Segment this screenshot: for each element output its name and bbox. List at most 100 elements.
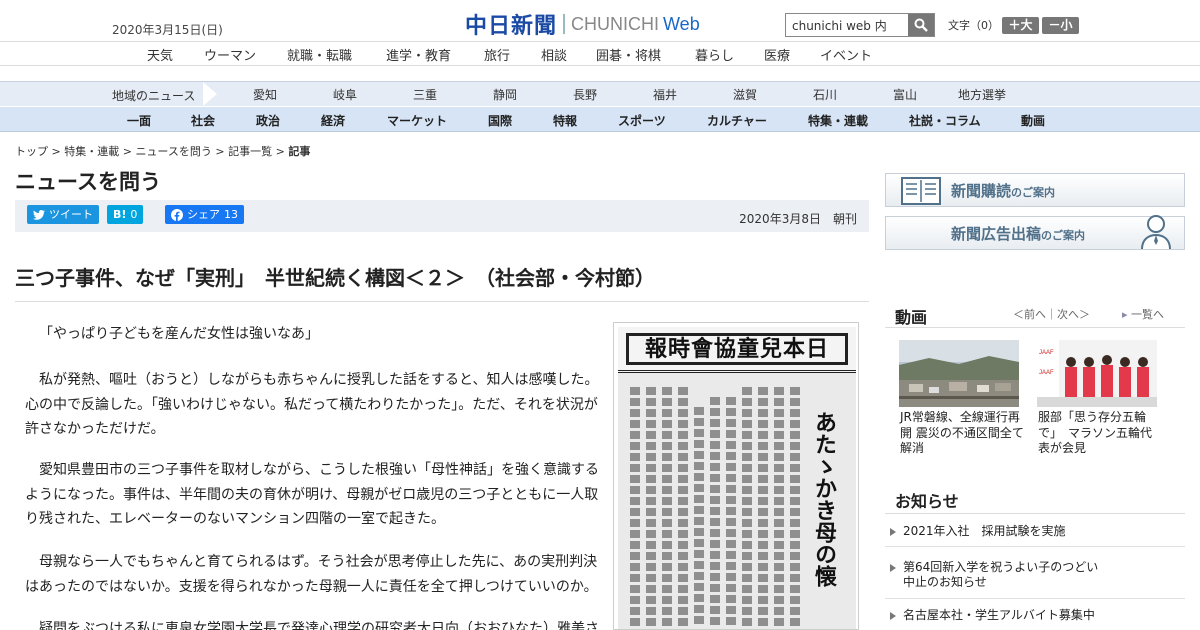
nav-item-living[interactable]: 暮らし [695,45,734,64]
search-box [785,13,935,37]
font-larger-button[interactable]: ＋大 [1002,17,1039,34]
region-item-shiga[interactable]: 滋賀 [733,86,757,103]
video-section-header: 動画 ＜前へ｜次へ＞ ▸ 一覧へ [885,300,1185,328]
cat-item-politics[interactable]: 政治 [256,112,280,129]
advertising-banner[interactable]: 新聞広告出稿のご案内 [885,215,1185,250]
breadcrumb-sep: > [119,145,136,158]
breadcrumb-series[interactable]: ニュースを問う [135,145,211,158]
cat-item-video[interactable]: 動画 [1021,112,1045,129]
video-caption[interactable]: JR常磐線、全線運行再開 震災の不通区間全て解消 [900,410,1025,457]
breadcrumb-list[interactable]: 記事一覧 [228,145,272,158]
breadcrumb-top[interactable]: トップ [15,145,48,158]
breadcrumb-sep: > [272,145,289,158]
article-photo[interactable]: 報時會協童兒本日 あたゝかき母の懐 [613,322,859,630]
site-logo[interactable]: 中日新聞 CHUNICHI Web [465,8,700,40]
nav-item-consult[interactable]: 相談 [541,45,567,64]
region-nav-label[interactable]: 地域のニュース [112,87,195,104]
notice-item[interactable]: 名古屋本社・学生アルバイト募集中 [888,608,1185,623]
hatena-button[interactable]: B! 0 [107,205,144,224]
nav-item-jobs[interactable]: 就職・転職 [287,45,352,64]
section-title: ニュースを問う [15,170,161,194]
breadcrumb: トップ > 特集・連載 > ニュースを問う > 記事一覧 > 記事 [15,143,310,159]
svg-text:JAAF: JAAF [1039,370,1054,376]
header-date: 2020年3月15日(日) [112,23,223,37]
notice-item[interactable]: 2021年入社 採用試験を実施 [888,524,1185,539]
breadcrumb-sep: > [211,145,229,158]
subscription-banner-main: 新聞購読 [951,182,1012,200]
subscription-banner[interactable]: 新聞購読のご案内 [885,173,1185,207]
region-item-shizuoka[interactable]: 静岡 [493,86,517,103]
nav-item-events[interactable]: イベント [820,45,872,64]
breadcrumb-current: 記事 [288,145,311,158]
nav-item-weather[interactable]: 天気 [147,45,173,64]
notice-divider [885,546,1185,547]
clipping-masthead: 報時會協童兒本日 [618,327,856,373]
notice-item[interactable]: 第64回新入学を祝うよい子のつどい 中止のお知らせ [888,560,1118,590]
clipping-text-column [710,397,720,627]
category-nav: 一面 社会 政治 経済 マーケット 国際 特報 スポーツ カルチャー 特集・連載… [0,106,1200,132]
cat-item-market[interactable]: マーケット [387,112,447,129]
notices-header: お知らせ [885,486,1185,514]
video-caption[interactable]: 服部「思う存分五輪で」 マラソン五輪代表が会見 [1038,410,1163,457]
main-nav: 天気 ウーマン 就職・転職 進学・教育 旅行 相談 囲碁・将棋 暮らし 医療 イ… [0,42,1200,66]
region-item-elections[interactable]: 地方選挙 [958,86,1006,103]
breadcrumb-sep: > [48,145,65,158]
cat-item-culture[interactable]: カルチャー [707,112,767,129]
cat-item-special-report[interactable]: 特報 [553,112,577,129]
cat-item-features[interactable]: 特集・連載 [808,112,868,129]
cat-item-international[interactable]: 国際 [488,112,512,129]
breadcrumb-features[interactable]: 特集・連載 [64,145,119,158]
search-input[interactable] [786,14,908,36]
article-paragraph: 母親なら一人でもちゃんと育てられるはず。そう社会が思考停止した先に、あの実刑判決… [25,554,598,595]
clipping-text-column [662,387,672,627]
nav-item-education[interactable]: 進学・教育 [386,45,451,64]
cat-item-economy[interactable]: 経済 [321,112,345,129]
newspaper-clipping-image: 報時會協童兒本日 あたゝかき母の懐 [618,327,856,629]
region-nav: 地域のニュース 愛知 岐阜 三重 静岡 長野 福井 滋賀 石川 富山 地方選挙 [0,81,1200,106]
search-button[interactable] [908,14,934,36]
newspaper-icon [901,177,941,205]
region-item-nagano[interactable]: 長野 [573,86,597,103]
subscription-banner-text: 新聞購読のご案内 [951,180,1055,201]
twitter-icon [33,209,45,220]
chevron-right-icon: ▸ [1122,308,1132,321]
nav-item-travel[interactable]: 旅行 [484,45,510,64]
clipping-text-column [758,387,768,627]
cat-item-front[interactable]: 一面 [127,112,151,129]
tweet-button[interactable]: ツイート [27,205,99,224]
facebook-count: 13 [224,208,238,221]
region-item-fukui[interactable]: 福井 [653,86,677,103]
top-header: 2020年3月15日(日) 中日新聞 CHUNICHI Web 文字（0） ＋大… [0,0,1200,42]
cat-item-sports[interactable]: スポーツ [618,112,666,129]
facebook-share-button[interactable]: シェア 13 [165,205,244,224]
region-item-ishikawa[interactable]: 石川 [813,86,837,103]
video-prev-next-nav[interactable]: ＜前へ｜次へ＞ [1013,306,1090,322]
nav-item-medical[interactable]: 医療 [764,45,790,64]
svg-text:JAAF: JAAF [1039,350,1054,356]
hatena-icon: B! [113,208,127,221]
clipping-title: 報時會協童兒本日 [626,333,848,365]
clipping-text-column [742,387,752,627]
font-smaller-button[interactable]: －小 [1042,17,1079,34]
nav-item-go-shogi[interactable]: 囲碁・将棋 [596,45,661,64]
region-nav-arrow [203,82,217,106]
font-size-label: 文字（0） [948,19,999,32]
cat-item-editorial[interactable]: 社説・コラム [909,112,981,129]
hatena-count: 0 [130,208,138,221]
region-item-mie[interactable]: 三重 [413,86,437,103]
clipping-text-column [694,407,704,627]
advertising-banner-main: 新聞広告出稿 [951,225,1042,243]
video-thumbnail[interactable] [899,340,1019,407]
region-item-gifu[interactable]: 岐阜 [333,86,357,103]
advertising-banner-text: 新聞広告出稿のご案内 [951,223,1085,244]
cat-item-society[interactable]: 社会 [191,112,215,129]
publication-info: 2020年3月8日 朝刊 [739,210,857,227]
clipping-text-column [790,387,800,627]
video-list-link[interactable]: ▸ 一覧へ [1122,306,1164,322]
video-thumbnail-image: JAAF JAAF [1037,340,1157,407]
headline-divider [15,301,869,302]
region-item-toyama[interactable]: 富山 [893,86,917,103]
nav-item-woman[interactable]: ウーマン [204,45,256,64]
video-thumbnail[interactable]: JAAF JAAF [1037,340,1157,407]
region-item-aichi[interactable]: 愛知 [253,86,277,103]
